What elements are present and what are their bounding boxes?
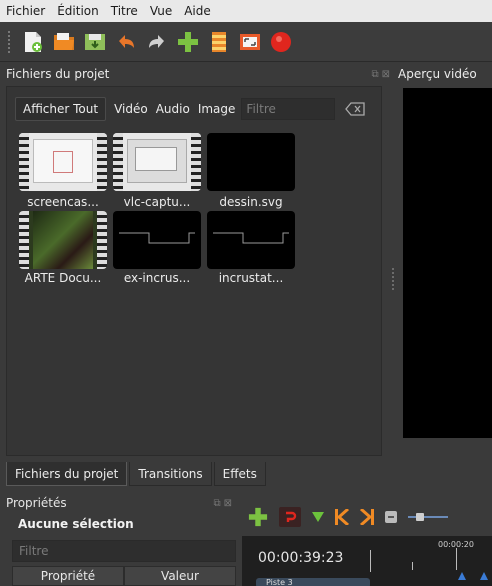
file-label: screencas...	[27, 195, 99, 209]
file-thumbnail[interactable]	[113, 211, 201, 269]
tab-effects[interactable]: Effets	[213, 462, 266, 486]
menu-title[interactable]: Titre	[111, 4, 138, 18]
zoom-icon[interactable]	[385, 511, 397, 523]
file-thumbnail[interactable]	[19, 211, 107, 269]
preview-title: Aperçu vidéo	[398, 67, 477, 81]
panel-tabs: Fichiers du projet Transitions Effets	[6, 462, 492, 486]
file-thumbnail[interactable]	[207, 211, 295, 269]
project-files-panel: Afficher Tout Vidéo Audio Image Filtre s…	[6, 86, 382, 456]
menu-file[interactable]: Fichier	[6, 4, 45, 18]
filter-image-button[interactable]: Image	[198, 102, 236, 116]
show-all-button[interactable]: Afficher Tout	[15, 97, 107, 121]
float-icon[interactable]: ⧉	[213, 498, 220, 509]
file-label: ARTE Docu...	[24, 271, 102, 285]
tab-project-files[interactable]: Fichiers du projet	[6, 462, 128, 486]
tab-transitions[interactable]: Transitions	[129, 462, 212, 486]
import-files-icon[interactable]	[177, 31, 199, 53]
filter-row: Afficher Tout Vidéo Audio Image Filtre	[15, 97, 367, 121]
main-toolbar	[0, 22, 492, 62]
preview-header: Aperçu vidéo	[398, 64, 492, 84]
next-marker-icon[interactable]	[360, 509, 374, 525]
project-filter-input[interactable]: Filtre	[241, 98, 336, 120]
toolbar-grip[interactable]	[8, 30, 14, 53]
filter-video-button[interactable]: Vidéo	[114, 102, 148, 116]
properties-header: Propriétés ⧉ ⊠	[6, 494, 232, 512]
open-project-icon[interactable]	[53, 31, 75, 53]
filter-audio-button[interactable]: Audio	[156, 102, 190, 116]
marker-icon[interactable]	[480, 572, 488, 580]
ruler-tick	[370, 550, 371, 572]
playhead-line[interactable]	[456, 548, 457, 570]
track-header[interactable]: Piste 3	[256, 578, 370, 586]
profile-icon[interactable]	[208, 31, 230, 53]
column-value[interactable]: Valeur	[124, 566, 236, 586]
clear-filter-icon[interactable]	[343, 100, 367, 118]
ruler-tick	[412, 562, 413, 570]
video-preview-screen	[403, 88, 492, 438]
no-selection-label: Aucune sélection	[18, 517, 134, 531]
save-project-icon[interactable]	[84, 31, 106, 53]
float-icon[interactable]: ⧉	[371, 69, 378, 80]
dock-controls: ⧉ ⊠	[371, 69, 390, 80]
add-track-icon[interactable]	[248, 507, 268, 527]
close-icon[interactable]: ⊠	[224, 498, 232, 509]
properties-filter-input[interactable]: Filtre	[12, 540, 236, 562]
menu-view[interactable]: Vue	[150, 4, 172, 18]
timeline-toolbar	[248, 504, 492, 530]
redo-icon[interactable]	[146, 31, 168, 53]
record-icon[interactable]	[270, 31, 292, 53]
splitter-handle[interactable]	[392, 268, 395, 290]
file-thumbnail[interactable]	[207, 133, 295, 191]
new-project-icon[interactable]	[22, 31, 44, 53]
file-label: dessin.svg	[219, 195, 283, 209]
properties-dock-controls: ⧉ ⊠	[213, 498, 232, 509]
file-thumbnail[interactable]	[113, 133, 201, 191]
menu-edit[interactable]: Édition	[57, 4, 99, 18]
project-files-title: Fichiers du projet	[6, 67, 110, 81]
close-icon[interactable]: ⊠	[382, 69, 390, 80]
snap-icon[interactable]	[279, 507, 301, 527]
file-label: incrustat...	[218, 271, 284, 285]
zoom-slider[interactable]	[408, 512, 448, 522]
file-label: ex-incrus...	[123, 271, 191, 285]
project-files-header: Fichiers du projet ⧉ ⊠	[6, 64, 390, 84]
file-label: vlc-captu...	[123, 195, 191, 209]
fullscreen-icon[interactable]	[239, 31, 261, 53]
properties-table-header: Propriété Valeur	[12, 566, 236, 586]
previous-marker-icon[interactable]	[335, 509, 349, 525]
menu-bar: Fichier Édition Titre Vue Aide	[0, 0, 492, 22]
menu-help[interactable]: Aide	[184, 4, 211, 18]
timeline[interactable]: 00:00:39:23 00:00:20 Piste 3	[242, 536, 492, 586]
undo-icon[interactable]	[115, 31, 137, 53]
marker-icon[interactable]	[458, 572, 466, 580]
properties-title: Propriétés	[6, 496, 67, 510]
column-property[interactable]: Propriété	[12, 566, 124, 586]
add-marker-icon[interactable]	[312, 512, 324, 522]
current-time: 00:00:39:23	[258, 550, 344, 566]
file-thumbnail[interactable]	[19, 133, 107, 191]
